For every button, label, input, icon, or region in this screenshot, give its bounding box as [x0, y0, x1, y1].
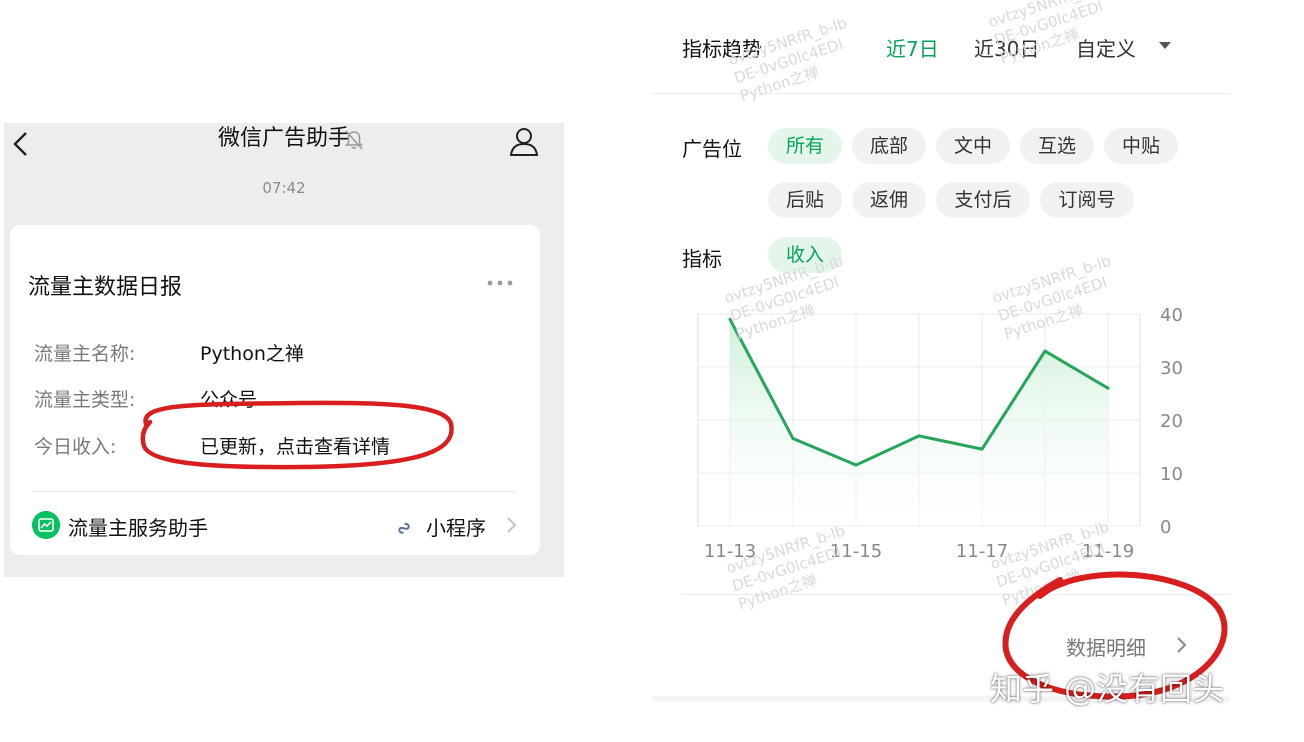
income-point: [980, 447, 984, 451]
info-label-income: 今日收入:: [34, 436, 117, 458]
info-value-income[interactable]: 已更新，点击查看详情: [200, 432, 390, 459]
y-tick-label: 0: [1160, 517, 1171, 538]
service-assistant-icon: [32, 511, 60, 539]
range-tab-custom[interactable]: 自定义: [1076, 33, 1136, 62]
chip-mid-roll[interactable]: 中贴: [1104, 128, 1178, 164]
service-assistant-name[interactable]: 流量主服务助手: [68, 512, 208, 541]
info-value-name: Python之禅: [200, 343, 304, 365]
x-tick-label: 11-15: [830, 541, 882, 562]
income-trend-chart: 0 10 20 30 40 11-13 11-15 11-17 11-19: [697, 305, 1183, 562]
income-point: [1043, 349, 1047, 353]
chat-screen: 微信广告助手 07:42 流量主数据日报 流量主名称: Python之禅 流量主…: [4, 123, 564, 577]
chip-mutual[interactable]: 互选: [1020, 128, 1094, 164]
caret-down-icon[interactable]: [1158, 41, 1172, 51]
info-value-type: 公众号: [200, 389, 258, 411]
chip-bottom[interactable]: 底部: [852, 128, 926, 164]
x-tick-label: 11-13: [704, 541, 756, 562]
trend-screen: 指标趋势 近7日 近30日 自定义 广告位 所有 底部 文中 互选 中贴 后贴 …: [652, 0, 1304, 742]
info-label-name: 流量主名称:: [34, 343, 136, 365]
chevron-right-icon[interactable]: [1174, 635, 1188, 655]
chevron-right-icon: [507, 517, 517, 533]
chat-header: 微信广告助手: [4, 123, 564, 167]
chip-in-article[interactable]: 文中: [936, 128, 1010, 164]
zhihu-credit: 知乎 @没有回头: [990, 670, 1225, 708]
y-tick-label: 40: [1160, 305, 1183, 326]
profile-icon[interactable]: [508, 125, 540, 157]
message-timestamp: 07:42: [262, 179, 306, 197]
x-tick-label: 11-17: [956, 541, 1008, 562]
income-point: [791, 437, 795, 441]
miniprogram-label[interactable]: 小程序: [426, 512, 486, 541]
chip-subscription[interactable]: 订阅号: [1040, 182, 1134, 218]
chip-after-payment[interactable]: 支付后: [936, 182, 1030, 218]
card-divider: [32, 491, 516, 492]
y-tick-label: 30: [1160, 358, 1183, 379]
header-divider: [652, 93, 1230, 94]
chat-title: 微信广告助手: [217, 126, 350, 151]
x-tick-label: 11-19: [1082, 541, 1134, 562]
income-point: [917, 434, 921, 438]
range-tab-7d[interactable]: 近7日: [886, 33, 939, 62]
trend-title: 指标趋势: [682, 37, 762, 61]
ad-slot-label: 广告位: [682, 137, 742, 161]
chart-divider: [682, 594, 1230, 595]
info-label-type: 流量主类型:: [34, 389, 136, 411]
chip-commission[interactable]: 返佣: [852, 182, 926, 218]
card-title: 流量主数据日报: [28, 275, 183, 300]
data-detail-link[interactable]: 数据明细: [1066, 632, 1146, 661]
chip-all[interactable]: 所有: [768, 128, 842, 164]
y-tick-label: 20: [1160, 411, 1183, 432]
range-tab-30d[interactable]: 近30日: [974, 33, 1039, 62]
miniprogram-icon: [398, 522, 410, 534]
income-point: [728, 317, 732, 321]
metric-label: 指标: [682, 247, 722, 271]
mute-bell-icon: [344, 130, 364, 150]
chip-metric-income[interactable]: 收入: [768, 237, 842, 273]
income-point: [1106, 386, 1110, 390]
more-options-icon[interactable]: [486, 279, 514, 287]
y-tick-label: 10: [1160, 464, 1183, 485]
chip-post-roll[interactable]: 后贴: [768, 182, 842, 218]
income-point: [854, 463, 858, 467]
